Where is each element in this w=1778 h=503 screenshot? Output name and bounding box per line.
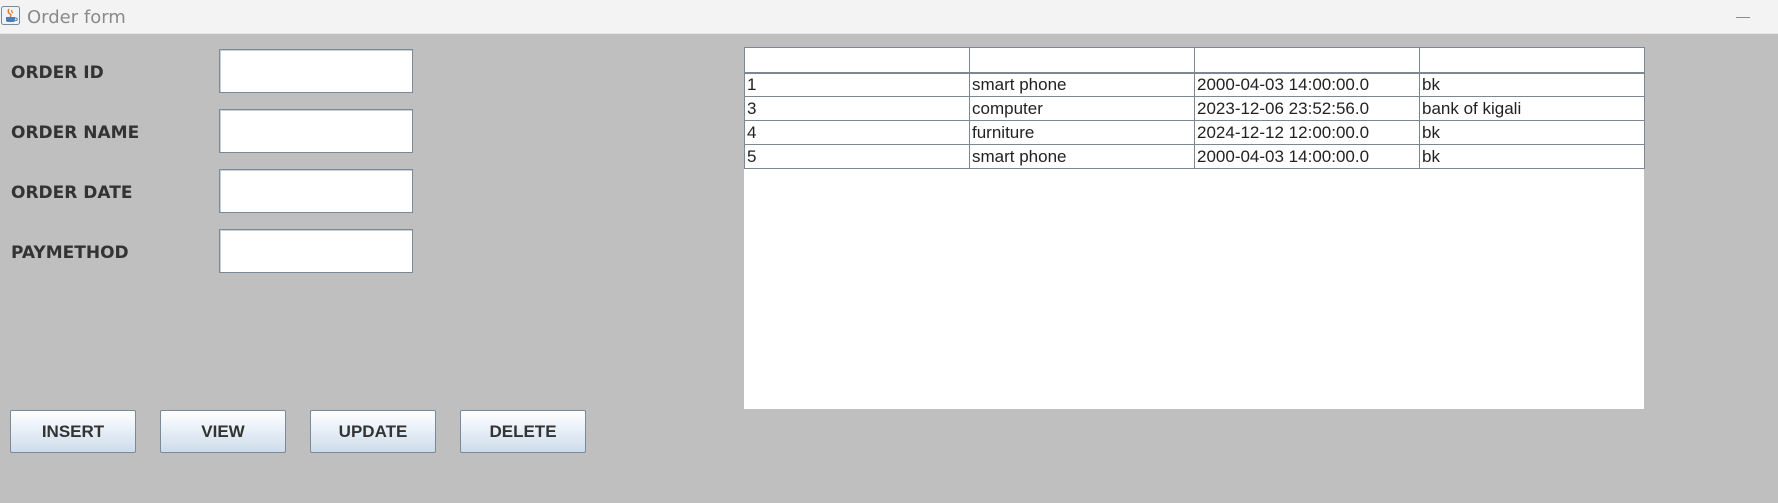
minimize-button[interactable] xyxy=(1728,2,1758,30)
table-cell[interactable]: bk xyxy=(1419,72,1645,97)
column-header[interactable] xyxy=(744,47,970,74)
java-icon xyxy=(1,6,20,25)
table-row[interactable]: 3 computer 2023-12-06 23:52:56.0 bank of… xyxy=(744,96,1645,121)
order-id-label: ORDER ID xyxy=(11,63,104,83)
delete-button[interactable]: DELETE xyxy=(460,410,586,453)
table-cell[interactable]: 1 xyxy=(744,72,970,97)
table-row[interactable]: 1 smart phone 2000-04-03 14:00:00.0 bk xyxy=(744,72,1645,97)
table-cell[interactable]: smart phone xyxy=(969,72,1195,97)
table-row[interactable]: 5 smart phone 2000-04-03 14:00:00.0 bk xyxy=(744,144,1645,169)
paymethod-label: PAYMETHOD xyxy=(11,243,129,263)
view-button[interactable]: VIEW xyxy=(160,410,286,453)
column-header[interactable] xyxy=(1419,47,1645,74)
orders-table-panel[interactable]: 1 smart phone 2000-04-03 14:00:00.0 bk 3… xyxy=(744,47,1645,409)
window-title: Order form xyxy=(27,7,126,28)
order-date-label: ORDER DATE xyxy=(11,183,133,203)
table-cell[interactable]: bk xyxy=(1419,120,1645,145)
table-cell[interactable]: bk xyxy=(1419,144,1645,169)
table-cell[interactable]: 2023-12-06 23:52:56.0 xyxy=(1194,96,1420,121)
table-cell[interactable]: 5 xyxy=(744,144,970,169)
order-id-field[interactable] xyxy=(219,49,413,93)
paymethod-field[interactable] xyxy=(219,229,413,273)
table-cell[interactable]: computer xyxy=(969,96,1195,121)
table-cell[interactable]: 2024-12-12 12:00:00.0 xyxy=(1194,120,1420,145)
update-button[interactable]: UPDATE xyxy=(310,410,436,453)
table-cell[interactable]: 2000-04-03 14:00:00.0 xyxy=(1194,144,1420,169)
column-header[interactable] xyxy=(969,47,1195,74)
table-cell[interactable]: 4 xyxy=(744,120,970,145)
order-name-label: ORDER NAME xyxy=(11,123,140,143)
table-cell[interactable]: bank of kigali xyxy=(1419,96,1645,121)
insert-button[interactable]: INSERT xyxy=(10,410,136,453)
order-date-field[interactable] xyxy=(219,169,413,213)
order-name-field[interactable] xyxy=(219,109,413,153)
table-cell[interactable]: smart phone xyxy=(969,144,1195,169)
table-row[interactable]: 4 furniture 2024-12-12 12:00:00.0 bk xyxy=(744,120,1645,145)
table-cell[interactable]: 2000-04-03 14:00:00.0 xyxy=(1194,72,1420,97)
table-header-row xyxy=(744,47,1645,74)
table-cell[interactable]: 3 xyxy=(744,96,970,121)
column-header[interactable] xyxy=(1194,47,1420,74)
title-bar: Order form xyxy=(0,0,1778,34)
order-form-window: Order form ORDER ID ORDER NAME ORDER DAT… xyxy=(0,0,1778,503)
orders-table[interactable]: 1 smart phone 2000-04-03 14:00:00.0 bk 3… xyxy=(744,47,1645,169)
table-cell[interactable]: furniture xyxy=(969,120,1195,145)
